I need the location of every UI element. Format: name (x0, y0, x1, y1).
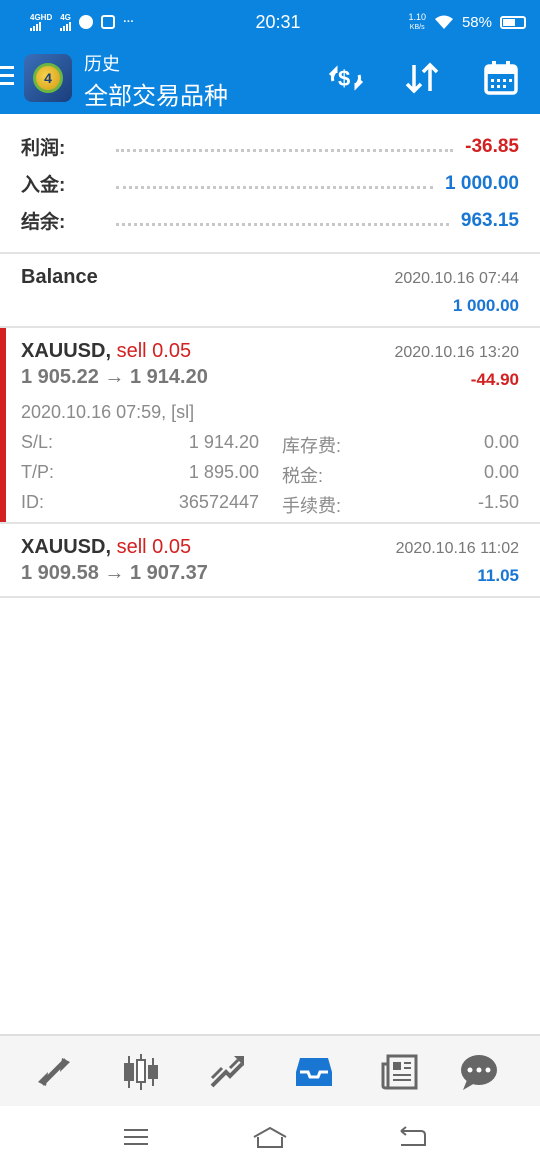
chart-icon[interactable] (119, 1050, 163, 1094)
back-icon[interactable] (394, 1122, 430, 1152)
status-bar: 4GHD 4G ··· 20:31 1.10 KB/s 58% (0, 0, 540, 44)
svg-text:$: $ (338, 66, 350, 91)
more-indicator: ··· (123, 16, 135, 28)
signal-2: 4G (60, 13, 72, 31)
metatrader-logo: 4 (24, 54, 72, 102)
tp-value: 1 895.00 (188, 462, 259, 482)
logo-badge: 4 (33, 63, 63, 93)
sl-value: 1 914.20 (188, 432, 259, 452)
sort-icon[interactable] (402, 60, 442, 96)
menu-icon[interactable] (0, 66, 14, 90)
swap-label: 库存费: (282, 436, 342, 456)
summary-row-deposit: 入金: 1 000.00 (0, 165, 540, 202)
balance-amount: 1 000.00 (452, 296, 519, 315)
tax-value: 0.00 (483, 462, 519, 482)
balance-label: 结余: (21, 212, 66, 233)
id-value: 36572447 (178, 492, 259, 512)
signal-bars-icon (60, 22, 72, 31)
id-label: ID: (21, 492, 45, 512)
deal-open-time: 2020.10.16 07:59, [sl] (21, 402, 195, 422)
deal-prices: 1 909.58 → 1 907.37 (21, 562, 208, 584)
summary-row-profit: 利润: -36.85 (0, 128, 540, 165)
status-right: 1.10 KB/s 58% (376, 11, 526, 32)
chat-icon[interactable] (457, 1050, 501, 1094)
signal-1: 4GHD (30, 13, 52, 31)
deal-close-time: 2020.10.16 11:02 (395, 540, 519, 557)
history-icon[interactable] (292, 1050, 336, 1094)
loss-indicator (0, 328, 6, 522)
history-row-deal[interactable]: XAUUSD, sell 0.05 2020.10.16 13:20 1 905… (0, 328, 540, 522)
deal-title: XAUUSD, sell 0.05 (21, 340, 191, 363)
dot-leader (116, 142, 454, 152)
deal-symbol: XAUUSD, (21, 536, 112, 558)
news-icon[interactable] (378, 1050, 422, 1094)
deal-profit: 11.05 (477, 566, 519, 585)
divider (0, 596, 540, 598)
balance-value: 963.15 (460, 209, 519, 231)
tp-label: T/P: (21, 462, 55, 482)
calendar-icon[interactable] (482, 60, 520, 96)
deal-symbol: XAUUSD, (21, 340, 112, 362)
deal-prices: 1 905.22 → 1 914.20 (21, 366, 208, 388)
dot-leader (116, 216, 449, 226)
network-speed: 1.10 KB/s (408, 11, 426, 31)
telegram-icon (101, 15, 116, 29)
deal-close-time: 2020.10.16 13:20 (394, 344, 519, 361)
home-icon[interactable] (252, 1122, 288, 1152)
profit-label: 利润: (21, 138, 66, 159)
wifi-icon (434, 15, 453, 29)
deal-action: sell 0.05 (116, 340, 192, 362)
battery-percent: 58% (461, 13, 492, 31)
sl-label: S/L: (21, 432, 54, 452)
status-time: 20:31 (255, 11, 301, 32)
recent-apps-icon[interactable] (118, 1122, 154, 1152)
swap-value: 0.00 (483, 432, 519, 452)
deposit-label: 入金: (21, 175, 66, 196)
page-title[interactable]: 全部交易品种 (84, 76, 228, 111)
bottom-navigation (0, 1034, 540, 1106)
deal-profit: -44.90 (470, 370, 519, 389)
summary-row-balance: 结余: 963.15 (0, 202, 540, 239)
history-row-balance[interactable]: Balance 2020.10.16 07:44 1 000.00 (0, 254, 540, 326)
fee-label: 手续费: (282, 496, 342, 516)
deposit-value: 1 000.00 (445, 172, 519, 194)
signal-bars-icon (30, 22, 41, 31)
summary-panel: 利润: -36.85 入金: 1 000.00 结余: 963.15 (0, 128, 540, 239)
deal-title: XAUUSD, sell 0.05 (21, 536, 191, 559)
page-subtitle: 历史 (84, 54, 120, 74)
notification-icon (79, 15, 94, 29)
app-bar: 4 历史 全部交易品种 $ (0, 44, 540, 114)
history-row-deal[interactable]: XAUUSD, sell 0.05 2020.10.16 11:02 1 909… (0, 524, 540, 596)
quotes-icon[interactable] (32, 1050, 76, 1094)
deal-action: sell 0.05 (116, 536, 192, 558)
dot-leader (116, 179, 434, 189)
system-navigation (0, 1106, 540, 1170)
battery-icon (500, 15, 526, 29)
profit-value: -36.85 (465, 135, 519, 157)
fee-value: -1.50 (477, 492, 519, 512)
balance-title: Balance (21, 266, 98, 288)
currency-exchange-icon[interactable]: $ (326, 60, 366, 96)
trade-icon[interactable] (206, 1050, 250, 1094)
tax-label: 税金: (282, 466, 324, 486)
balance-time: 2020.10.16 07:44 (394, 270, 519, 287)
